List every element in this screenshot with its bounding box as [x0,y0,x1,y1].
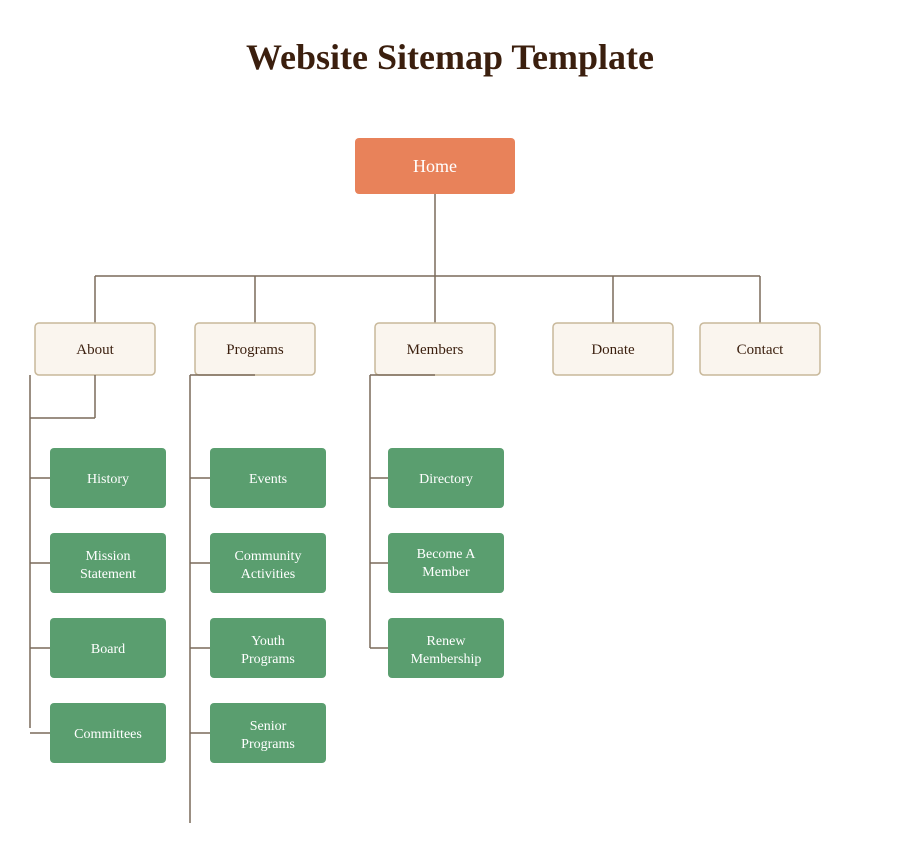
community-label-2: Activities [241,567,295,582]
committees-node[interactable]: Committees [50,703,166,763]
renew-label-1: Renew [427,634,467,649]
contact-label: Contact [737,342,784,358]
about-node[interactable]: About [35,323,155,375]
about-label: About [76,342,114,358]
programs-label: Programs [226,342,284,358]
become-member-node[interactable]: Become A Member [388,533,504,593]
committees-label: Committees [74,727,142,742]
mission-statement-node[interactable]: Mission Statement [50,533,166,593]
become-label-1: Become A [417,547,477,562]
events-label: Events [249,472,287,487]
senior-programs-node[interactable]: Senior Programs [210,703,326,763]
history-label: History [87,472,129,487]
community-activities-node[interactable]: Community Activities [210,533,326,593]
community-label-1: Community [235,549,302,564]
renew-label-2: Membership [411,652,482,667]
members-node[interactable]: Members [375,323,495,375]
programs-node[interactable]: Programs [195,323,315,375]
youth-programs-node[interactable]: Youth Programs [210,618,326,678]
become-label-2: Member [422,565,470,580]
donate-node[interactable]: Donate [553,323,673,375]
page-wrapper: Website Sitemap Template Home [0,0,900,868]
events-node[interactable]: Events [210,448,326,508]
history-node[interactable]: History [50,448,166,508]
mission-label-2: Statement [80,567,136,582]
page-title: Website Sitemap Template [0,0,900,108]
donate-label: Donate [591,342,635,358]
board-node[interactable]: Board [50,618,166,678]
directory-label: Directory [419,472,473,487]
senior-label-1: Senior [250,719,287,734]
youth-label-1: Youth [251,634,285,649]
home-label: Home [413,156,457,176]
contact-node[interactable]: Contact [700,323,820,375]
board-label: Board [91,642,125,657]
directory-node[interactable]: Directory [388,448,504,508]
senior-label-2: Programs [241,737,295,752]
members-label: Members [407,342,464,358]
renew-membership-node[interactable]: Renew Membership [388,618,504,678]
youth-label-2: Programs [241,652,295,667]
mission-label-1: Mission [85,549,130,564]
sitemap-svg: Home About Programs [0,108,900,868]
sitemap-container: Home About Programs [0,108,900,868]
home-node[interactable]: Home [355,138,515,194]
